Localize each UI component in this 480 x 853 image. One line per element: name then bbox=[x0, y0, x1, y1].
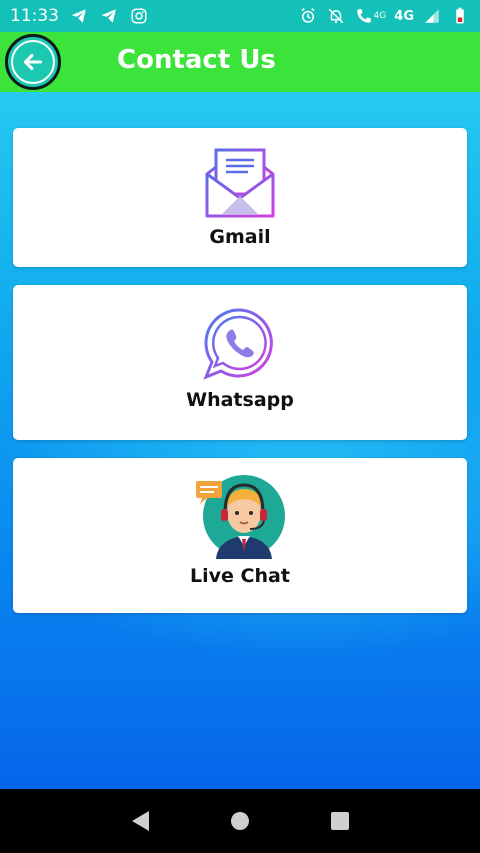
battery-icon bbox=[450, 6, 470, 26]
page-title: Contact Us bbox=[117, 45, 276, 75]
status-right: 4G 4G bbox=[298, 6, 470, 26]
instagram-icon bbox=[129, 6, 149, 26]
back-button[interactable] bbox=[5, 34, 61, 90]
livechat-card[interactable]: Live Chat bbox=[13, 458, 467, 613]
bell-off-icon bbox=[326, 6, 346, 26]
support-agent-icon bbox=[196, 475, 285, 559]
alarm-icon bbox=[298, 6, 318, 26]
telegram-icon bbox=[99, 6, 119, 26]
recents-square-icon bbox=[331, 812, 349, 830]
main-content: Gmail Whatsapp Live Chat bbox=[0, 92, 480, 789]
livechat-label: Live Chat bbox=[190, 565, 290, 587]
gmail-label: Gmail bbox=[209, 226, 271, 248]
network-label-small: 4G bbox=[373, 11, 387, 21]
app-bar: Contact Us bbox=[0, 32, 480, 92]
arrow-left-icon bbox=[11, 40, 55, 84]
home-circle-icon bbox=[231, 812, 249, 830]
signal-icon bbox=[422, 6, 442, 26]
telegram-icon bbox=[69, 6, 89, 26]
call-icon bbox=[354, 6, 374, 26]
status-time: 11:33 bbox=[10, 6, 59, 26]
whatsapp-icon bbox=[203, 308, 273, 380]
nav-back-button[interactable] bbox=[120, 801, 160, 841]
back-triangle-icon bbox=[132, 811, 149, 831]
system-nav-bar bbox=[0, 789, 480, 853]
network-label: 4G bbox=[394, 8, 414, 24]
nav-home-button[interactable] bbox=[220, 801, 260, 841]
envelope-icon bbox=[205, 148, 275, 218]
gmail-card[interactable]: Gmail bbox=[13, 128, 467, 267]
status-left: 11:33 bbox=[10, 6, 149, 26]
whatsapp-card[interactable]: Whatsapp bbox=[13, 285, 467, 440]
status-bar: 11:33 4G 4G bbox=[0, 0, 480, 32]
whatsapp-label: Whatsapp bbox=[186, 389, 294, 411]
nav-recents-button[interactable] bbox=[320, 801, 360, 841]
